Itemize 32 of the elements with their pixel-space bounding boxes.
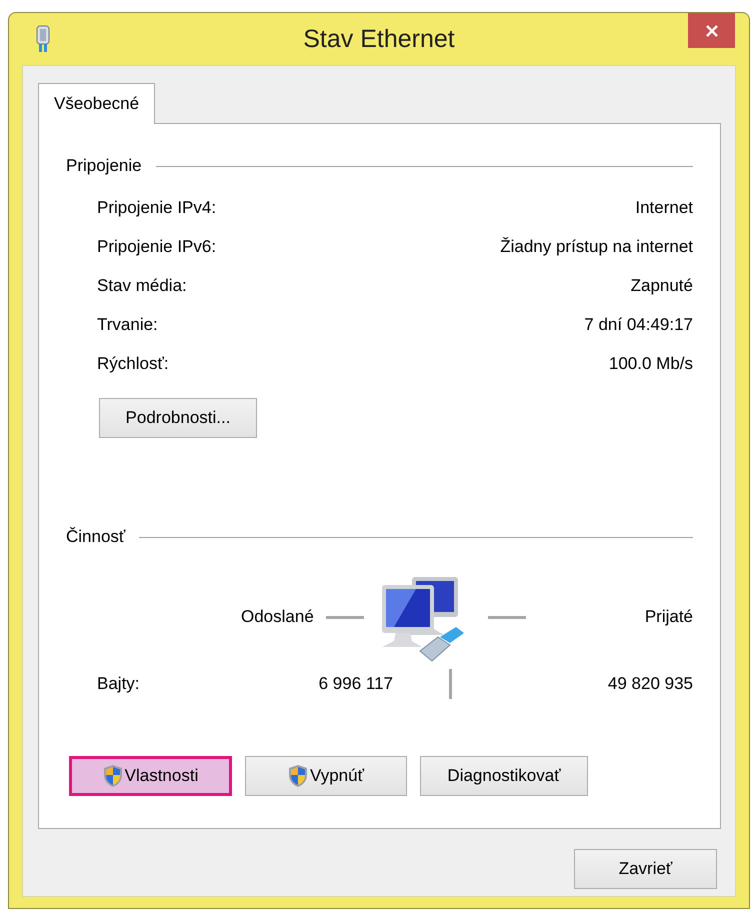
field-label: Rýchlosť: xyxy=(97,354,169,374)
field-value: Internet xyxy=(635,198,693,218)
window-title: Stav Ethernet xyxy=(303,24,455,54)
bytes-label: Bajty: xyxy=(97,674,141,694)
shield-icon xyxy=(288,764,308,788)
received-label: Prijaté xyxy=(644,607,693,627)
tab[interactable]: Všeobecné xyxy=(38,83,156,124)
details-button[interactable]: Podrobnosti... xyxy=(99,398,257,438)
section-heading: Pripojenie xyxy=(66,156,142,176)
received-bytes: 49 820 935 xyxy=(606,674,693,694)
field-label: Stav média: xyxy=(97,276,187,296)
action-button[interactable]: Diagnostikovať xyxy=(420,756,588,796)
action-button[interactable]: Vlastnosti xyxy=(69,756,232,796)
field-value: Zapnuté xyxy=(630,276,693,296)
dash-line xyxy=(326,616,364,618)
field-label: Pripojenie IPv6: xyxy=(97,236,216,256)
dash-line xyxy=(488,616,526,618)
action-button[interactable]: Vypnúť xyxy=(245,756,407,796)
field-label: Trvanie: xyxy=(97,314,158,334)
sent-label: Odoslané xyxy=(241,607,314,627)
section-heading: Činnosť xyxy=(66,527,126,547)
field-label: Pripojenie IPv4: xyxy=(97,198,216,218)
close-button[interactable] xyxy=(688,13,735,48)
shield-icon xyxy=(102,764,123,788)
close-dialog-button[interactable]: Zavrieť xyxy=(574,849,717,889)
field-value: 7 dní 04:49:17 xyxy=(584,314,693,334)
divider-line xyxy=(448,669,452,699)
close-icon xyxy=(704,24,718,38)
sent-bytes: 6 996 117 xyxy=(318,674,393,694)
plug-icon xyxy=(36,25,50,53)
field-value: 100.0 Mb/s xyxy=(608,354,693,374)
field-value: Žiadny prístup na internet xyxy=(500,236,693,256)
